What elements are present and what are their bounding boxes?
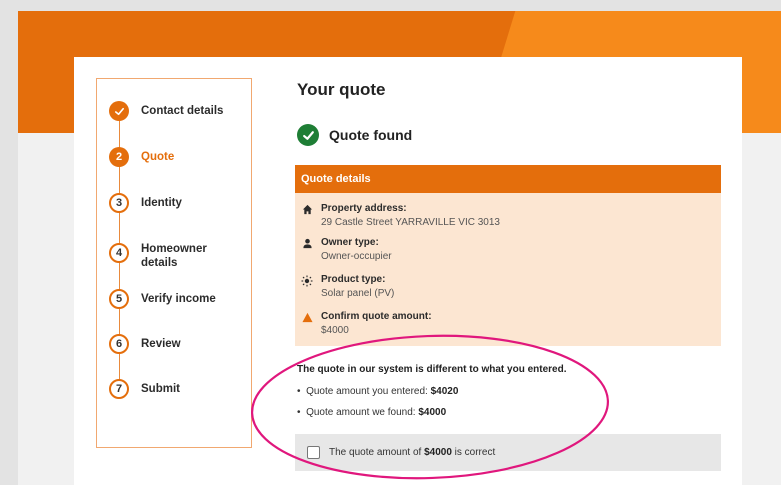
detail-label: Owner type: [321, 237, 379, 248]
step-number: 6 [109, 334, 129, 354]
annotation-highlight-ellipse [250, 334, 610, 480]
progress-stepper: Contact details 2 Quote 3 Identity 4 Hom… [96, 78, 252, 448]
step-label: Quote [141, 151, 175, 163]
quote-status: Quote found [297, 124, 412, 146]
page-title: Your quote [297, 80, 386, 99]
status-text: Quote found [329, 127, 413, 143]
check-circle-icon [297, 124, 319, 146]
step-label: Verify income [141, 293, 216, 305]
detail-owner-type: Owner type: Owner-occupier [301, 237, 392, 263]
detail-property-address: Property address: 29 Castle Street YARRA… [301, 203, 500, 229]
step-number: 5 [109, 289, 129, 309]
step-homeowner-details[interactable]: 4 Homeowner details [109, 239, 236, 270]
step-quote[interactable]: 2 Quote [109, 147, 236, 167]
warning-icon [301, 312, 313, 324]
detail-label: Confirm quote amount: [321, 311, 432, 322]
step-number: 2 [109, 147, 129, 167]
detail-value: Solar panel (PV) [321, 288, 395, 299]
detail-label: Property address: [321, 203, 407, 214]
person-icon [301, 238, 313, 250]
step-label: Contact details [141, 105, 224, 117]
step-review[interactable]: 6 Review [109, 334, 236, 354]
step-submit[interactable]: 7 Submit [109, 379, 236, 399]
detail-label: Product type: [321, 274, 386, 285]
sun-icon [301, 275, 313, 287]
quote-details-panel: Property address: 29 Castle Street YARRA… [295, 193, 721, 346]
step-number: 3 [109, 193, 129, 213]
detail-product-type: Product type: Solar panel (PV) [301, 274, 394, 300]
step-number: 7 [109, 379, 129, 399]
quote-details-header: Quote details [295, 165, 721, 193]
step-label: Submit [141, 383, 180, 395]
step-number: 4 [109, 243, 129, 263]
detail-value: 29 Castle Street YARRAVILLE VIC 3013 [321, 217, 500, 228]
check-icon [109, 101, 129, 121]
step-verify-income[interactable]: 5 Verify income [109, 289, 236, 309]
step-label: Review [141, 338, 181, 350]
detail-value: Owner-occupier [321, 251, 392, 262]
home-icon [301, 204, 313, 216]
step-label: Homeowner details [141, 243, 207, 269]
step-label: Identity [141, 197, 182, 209]
step-contact-details[interactable]: Contact details [109, 101, 236, 121]
step-identity[interactable]: 3 Identity [109, 193, 236, 213]
